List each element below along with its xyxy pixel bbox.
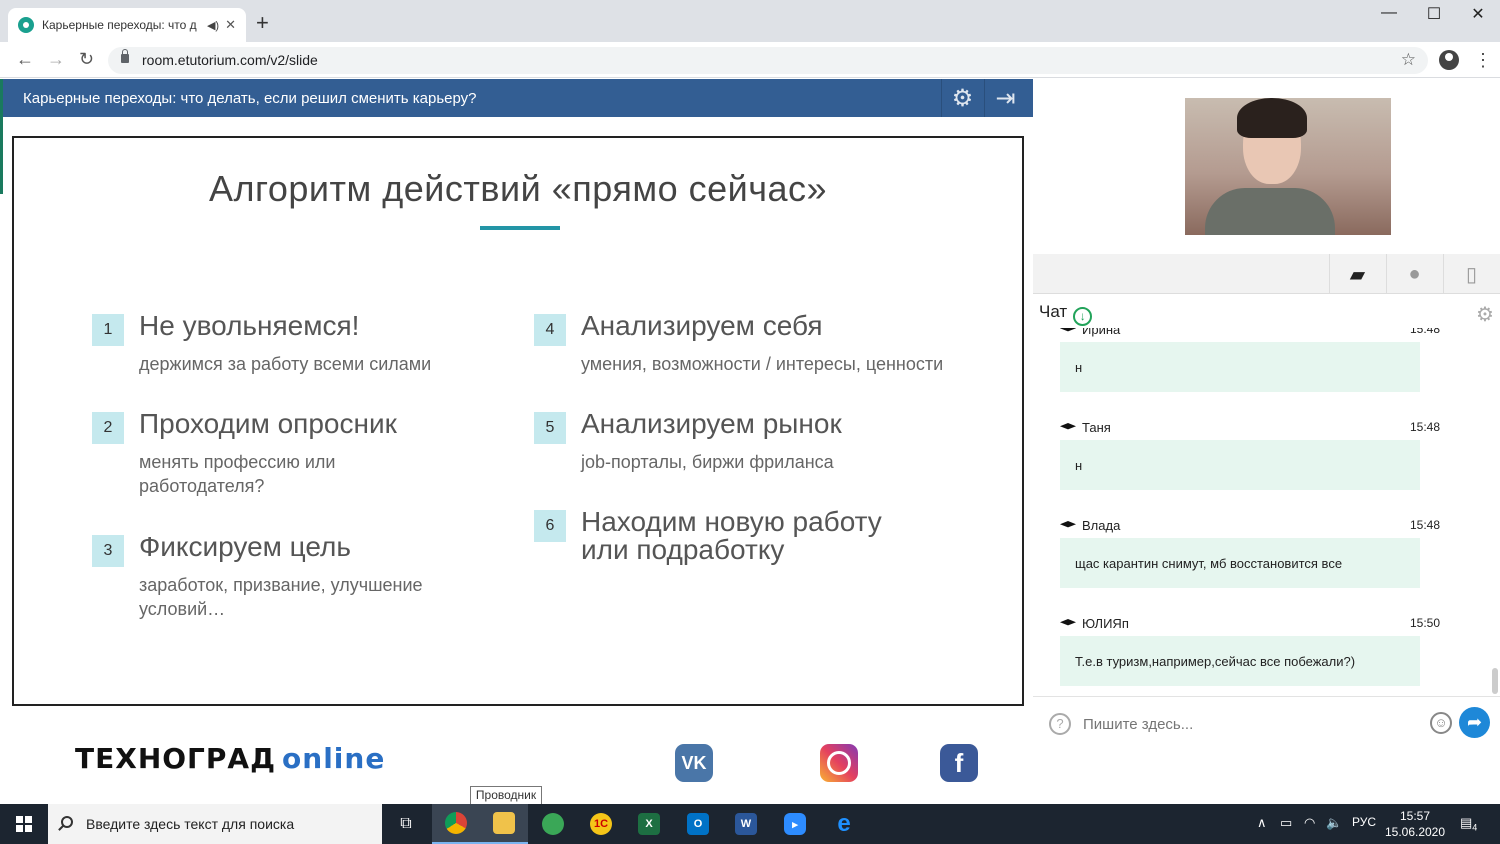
file-explorer-taskbar-icon[interactable] (480, 804, 528, 844)
wifi-icon[interactable]: ◠ (1304, 815, 1315, 831)
lock-icon (121, 49, 129, 63)
explorer-tooltip: Проводник (470, 786, 542, 805)
forward-arrow-icon[interactable]: → (47, 49, 65, 70)
outlook-taskbar-icon[interactable]: O (674, 804, 722, 844)
panel-tabs: ▰ ● ▯ (1033, 254, 1500, 294)
new-tab-button[interactable]: + (256, 10, 269, 36)
presenter-webcam-video (1185, 98, 1391, 235)
minimize-button[interactable]: — (1366, 4, 1412, 22)
files-tab-icon[interactable]: ▯ (1443, 254, 1499, 294)
chat-bubble: щас карантин снимут, мб восстановится вс… (1060, 538, 1420, 588)
maximize-button[interactable]: ☐ (1411, 4, 1457, 24)
tab-title: Карьерные переходы: что д (42, 18, 197, 32)
browser-tab[interactable]: Карьерные переходы: что д ◀) ✕ (8, 8, 246, 42)
webinar-title: Карьерные переходы: что делать, если реш… (23, 90, 477, 107)
presentation-slide: Алгоритм действий «прямо сейчас» 1 Не ув… (12, 136, 1024, 706)
app-header: Карьерные переходы: что делать, если реш… (3, 79, 1033, 117)
chat-input-row: ? ☺ ➦ (1033, 696, 1500, 751)
tab-close-icon[interactable]: ✕ (225, 17, 236, 33)
tab-audio-icon[interactable]: ◀) (207, 19, 219, 32)
technograd-logo: ТЕХНОГРАД online (75, 742, 386, 775)
facebook-icon[interactable]: f (940, 744, 978, 782)
taskbar-clock[interactable]: 15:57 15.06.2020 (1380, 808, 1450, 840)
chat-scrollbar[interactable] (1492, 668, 1498, 694)
search-icon (61, 816, 73, 828)
participants-tab-icon[interactable]: ● (1386, 254, 1442, 294)
chat-label: Чат ↓ (1039, 302, 1093, 326)
volume-icon[interactable]: 🔈 (1326, 815, 1342, 831)
instagram-icon[interactable] (820, 744, 858, 782)
download-chat-icon[interactable]: ↓ (1073, 307, 1093, 326)
vk-icon[interactable]: VK (675, 744, 713, 782)
settings-gear-icon[interactable]: ⚙ (941, 79, 983, 117)
student-cap-icon (1060, 328, 1076, 332)
send-message-button[interactable]: ➦ (1459, 707, 1490, 738)
window-close-button[interactable]: ✕ (1455, 4, 1500, 24)
chat-bubble: Т.е.в туризм,например,сейчас все побежал… (1060, 636, 1420, 686)
word-taskbar-icon[interactable]: W (722, 804, 770, 844)
start-button[interactable] (0, 804, 48, 844)
chat-settings-gear-icon[interactable]: ⚙ (1476, 302, 1494, 327)
url-text: room.etutorium.com/v2/slide (142, 52, 318, 68)
site-favicon-icon (18, 17, 34, 33)
tray-expand-icon[interactable]: ∧ (1257, 815, 1267, 831)
title-underline (480, 226, 560, 230)
windows-logo-icon (16, 816, 32, 832)
browser-globe-taskbar-icon[interactable] (529, 804, 577, 844)
notifications-icon[interactable]: ▤4 (1460, 815, 1477, 833)
chat-message: ЮЛИЯп 15:50 Т.е.в туризм,например,сейчас … (1060, 616, 1480, 686)
chat-bubble: н (1060, 342, 1420, 392)
taskbar-search[interactable]: Введите здесь текст для поиска (48, 804, 382, 844)
student-cap-icon (1060, 619, 1076, 626)
chat-message: Таня 15:48 н (1060, 420, 1480, 490)
chat-message-input[interactable] (1083, 711, 1423, 737)
emoji-icon[interactable]: ☺ (1430, 712, 1452, 734)
reload-icon[interactable]: ↻ (79, 49, 94, 70)
bookmark-star-icon[interactable]: ☆ (1401, 50, 1416, 70)
task-view-icon[interactable]: ⧉ (382, 804, 430, 844)
menu-dots-icon[interactable]: ⋮ (1474, 50, 1492, 71)
chat-messages: Ирина 15:48 н Таня 15:48 н Влада 15:48 щас … (1040, 328, 1480, 694)
edge-taskbar-icon[interactable]: e (820, 804, 868, 844)
browser-tab-strip: Карьерные переходы: что д ◀) ✕ + — ☐ ✕ (0, 0, 1500, 42)
help-icon[interactable]: ? (1049, 713, 1071, 735)
chat-bubble: н (1060, 440, 1420, 490)
student-cap-icon (1060, 521, 1076, 528)
address-toolbar: ← → ↻ room.etutorium.com/v2/slide ☆ ⋮ (0, 42, 1500, 78)
excel-taskbar-icon[interactable]: X (625, 804, 673, 844)
back-arrow-icon[interactable]: ← (16, 49, 34, 70)
profile-icon[interactable] (1439, 50, 1459, 75)
chat-message: Влада 15:48 щас карантин снимут, мб восст… (1060, 518, 1480, 588)
windows-taskbar: Введите здесь текст для поиска ⧉ 1С X O … (0, 804, 1500, 844)
slide-title: Алгоритм действий «прямо сейчас» (208, 168, 828, 209)
url-bar[interactable]: room.etutorium.com/v2/slide ☆ (108, 47, 1428, 74)
chrome-taskbar-icon[interactable] (432, 804, 480, 844)
1c-taskbar-icon[interactable]: 1С (577, 804, 625, 844)
chat-tab-icon[interactable]: ▰ (1329, 254, 1385, 294)
battery-icon[interactable]: ▭ (1280, 815, 1292, 831)
language-indicator[interactable]: РУС (1352, 815, 1376, 829)
student-cap-icon (1060, 423, 1076, 430)
chat-message: Ирина 15:48 н (1060, 328, 1480, 392)
zoom-taskbar-icon[interactable]: ▸ (771, 804, 819, 844)
exit-room-icon[interactable]: ⇥ (984, 79, 1026, 117)
